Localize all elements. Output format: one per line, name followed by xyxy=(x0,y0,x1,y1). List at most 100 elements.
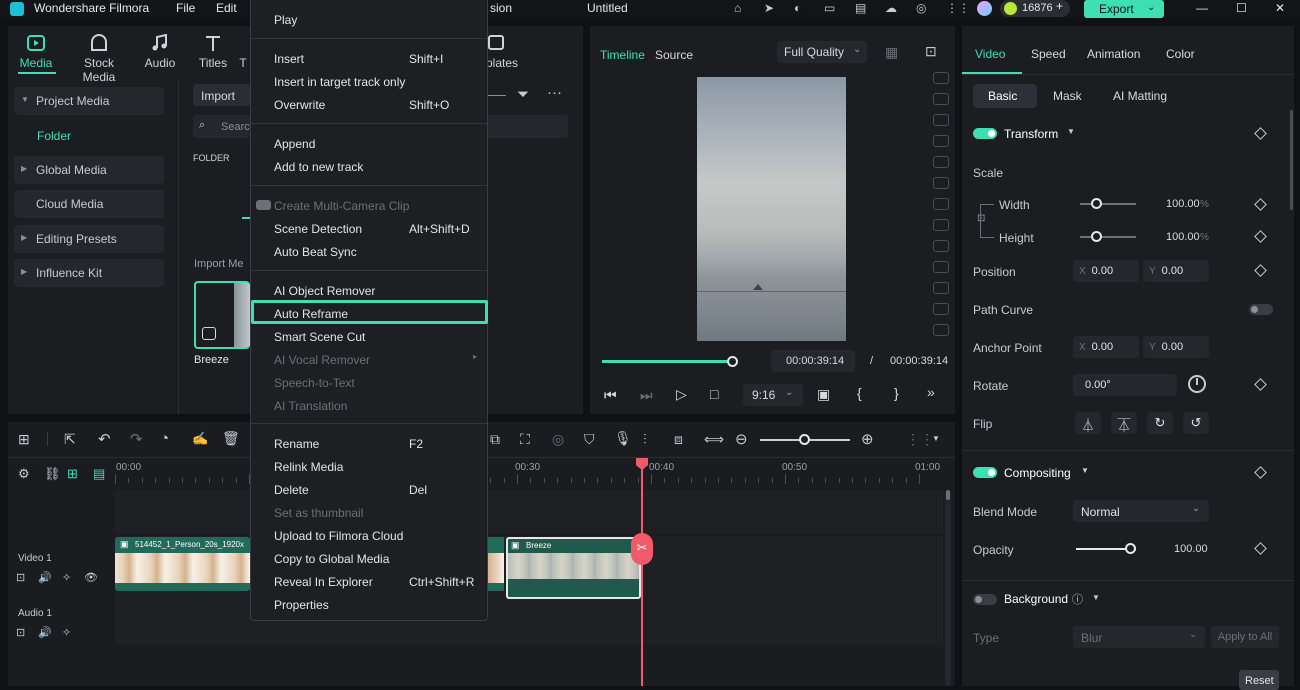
media-thumbnail[interactable] xyxy=(194,281,250,349)
subtab-ai-matting[interactable]: AI Matting xyxy=(1113,89,1167,103)
scene-marker[interactable] xyxy=(933,72,949,84)
tab-source[interactable]: Source xyxy=(655,48,693,62)
playback-scrubber[interactable] xyxy=(727,356,738,367)
import-dropdown[interactable]: Import xyxy=(193,84,250,106)
more-controls-icon[interactable]: » xyxy=(927,384,935,400)
track-lock-icon[interactable]: ⊡ xyxy=(16,626,25,639)
text-tool-icon[interactable]: ✍ xyxy=(192,431,208,447)
menu-item-insert-target[interactable]: Insert in target track only xyxy=(274,75,405,89)
close-icon[interactable]: ✕ xyxy=(1275,1,1285,15)
position-y-field[interactable]: Y 0.00 xyxy=(1143,260,1209,282)
zoom-slider-knob[interactable] xyxy=(799,434,810,445)
menu-item-auto-beat-sync[interactable]: Auto Beat Sync xyxy=(274,245,357,259)
flip-horizontal-button[interactable]: ⏃ xyxy=(1075,412,1101,434)
scene-marker[interactable] xyxy=(933,177,949,189)
add-track-icon[interactable]: ⊞ xyxy=(67,466,78,482)
menu-item-overwrite[interactable]: Overwrite xyxy=(274,98,325,112)
subtab-mask[interactable]: Mask xyxy=(1053,89,1082,103)
video-frame[interactable] xyxy=(697,77,846,341)
delete-icon[interactable]: 🗑 xyxy=(222,430,240,447)
image-tool-icon[interactable]: ⛶ xyxy=(520,431,530,448)
menu-item-reveal-explorer[interactable]: Reveal In Explorer xyxy=(274,575,373,589)
tab-titles[interactable]: Titles xyxy=(185,34,241,70)
path-curve-toggle[interactable] xyxy=(1249,304,1273,315)
menu-item-add-new-track[interactable]: Add to new track xyxy=(274,160,363,174)
menu-item-append[interactable]: Append xyxy=(274,137,315,151)
timeline-clip-person[interactable]: ▣ 514452_1_Person_20s_1920x xyxy=(115,537,250,591)
track-effects-icon[interactable]: ✧ xyxy=(62,626,71,639)
play-icon[interactable]: ▷ xyxy=(676,386,687,403)
track-visibility-icon[interactable]: 👁 xyxy=(84,571,98,584)
layout-grid-icon[interactable]: ⊞ xyxy=(18,431,30,448)
rotate-field[interactable]: 0.00° xyxy=(1073,374,1177,396)
tab-color[interactable]: Color xyxy=(1166,47,1195,61)
cloud-icon[interactable]: ☁ xyxy=(885,1,897,15)
track-effects-icon[interactable]: ✧ xyxy=(62,571,71,584)
position-x-field[interactable]: X 0.00 xyxy=(1073,260,1139,282)
menu-item-rename[interactable]: Rename xyxy=(274,437,319,451)
reset-button[interactable]: Reset xyxy=(1239,670,1279,690)
anchor-y-field[interactable]: Y 0.00 xyxy=(1143,336,1209,358)
menu-item-properties[interactable]: Properties xyxy=(274,598,329,612)
mark-out-button[interactable]: } xyxy=(894,385,899,401)
scrollbar-thumb[interactable] xyxy=(946,490,950,500)
menu-item-delete[interactable]: Delete xyxy=(274,483,309,497)
menu-item-upload-cloud[interactable]: Upload to Filmora Cloud xyxy=(274,529,403,543)
playhead-line[interactable] xyxy=(641,462,643,686)
tab-speed[interactable]: Speed xyxy=(1031,47,1066,61)
add-credits-icon[interactable]: + xyxy=(1056,0,1063,13)
blend-mode-dropdown[interactable]: Normal ⌄ xyxy=(1073,500,1209,522)
help-icon[interactable]: ⓘ xyxy=(1072,591,1083,607)
microphone-icon[interactable]: 🎙 xyxy=(614,430,632,447)
tab-audio[interactable]: Audio xyxy=(132,34,188,70)
menu-item-smart-scene-cut[interactable]: Smart Scene Cut xyxy=(274,330,365,344)
rotate-left-button[interactable]: ↻ xyxy=(1147,412,1173,434)
sidebar-item-project-media[interactable]: ▼ Project Media xyxy=(14,87,164,115)
menu-item-insert[interactable]: Insert xyxy=(274,52,304,66)
tab-transitions[interactable]: T xyxy=(236,34,250,70)
zoom-in-icon[interactable]: ⊕ xyxy=(861,430,874,448)
tab-stock-media[interactable]: Stock Media xyxy=(68,34,130,84)
quality-dropdown[interactable]: Full Quality ⌄ xyxy=(777,41,867,63)
sidebar-item-editing-presets[interactable]: ▶ Editing Presets xyxy=(14,225,164,253)
transform-toggle[interactable] xyxy=(973,128,997,139)
anchor-x-field[interactable]: X 0.00 xyxy=(1073,336,1139,358)
menu-item-play[interactable]: Play xyxy=(274,13,297,27)
export-button[interactable]: Export ⌄ xyxy=(1084,0,1164,18)
tab-animation[interactable]: Animation xyxy=(1087,47,1140,61)
template-tool-icon[interactable]: ⧉ xyxy=(490,431,500,448)
sidebar-item-influence-kit[interactable]: ▶ Influence Kit xyxy=(14,259,164,287)
snapshot-icon[interactable]: ▣ xyxy=(817,386,830,403)
background-toggle[interactable] xyxy=(973,594,997,605)
rotate-dial-icon[interactable] xyxy=(1188,375,1206,393)
flip-vertical-button[interactable]: ⏄ xyxy=(1111,412,1137,434)
timeline-scrollbar[interactable] xyxy=(945,490,951,686)
grid-apps-icon[interactable]: ⋮⋮ xyxy=(946,1,970,15)
track-lock-icon[interactable]: ⊡ xyxy=(16,571,25,584)
dropdown-triangle-icon[interactable]: ▼ xyxy=(1067,127,1075,136)
settings-icon[interactable]: ⚙ xyxy=(18,466,30,482)
send-icon[interactable]: ➤ xyxy=(764,1,774,15)
menu-item-ai-object-remover[interactable]: AI Object Remover xyxy=(274,284,375,298)
menu-item-copy-global[interactable]: Copy to Global Media xyxy=(274,552,389,566)
tab-media[interactable]: Media xyxy=(8,34,64,70)
search-input[interactable]: ⌕ Search xyxy=(193,115,256,138)
menu-edit[interactable]: Edit xyxy=(216,1,237,15)
timeline-clip-person-tail[interactable] xyxy=(488,537,504,591)
menu-item-relink-media[interactable]: Relink Media xyxy=(274,460,343,474)
aspect-ratio-dropdown[interactable]: 9:16 ⌄ xyxy=(743,384,803,406)
sidebar-item-global-media[interactable]: ▶ Global Media xyxy=(14,156,164,184)
scene-marker[interactable] xyxy=(933,198,949,210)
sidebar-item-cloud-media[interactable]: Cloud Media xyxy=(14,190,164,218)
undo-icon[interactable]: ↶ xyxy=(98,430,111,448)
scene-marker[interactable] xyxy=(933,240,949,252)
sidebar-item-folder[interactable]: Folder xyxy=(14,122,164,150)
prev-frame-icon[interactable]: ⏮ xyxy=(604,387,617,404)
scene-marker[interactable] xyxy=(933,282,949,294)
properties-scrollbar[interactable] xyxy=(1290,110,1293,210)
scene-marker[interactable] xyxy=(933,93,949,105)
stop-icon[interactable]: □ xyxy=(710,386,718,402)
waveform-icon[interactable]: ⊡ xyxy=(925,43,937,60)
maximize-icon[interactable]: ☐ xyxy=(1236,1,1247,15)
track-mute-icon[interactable]: 🔊 xyxy=(38,626,52,639)
